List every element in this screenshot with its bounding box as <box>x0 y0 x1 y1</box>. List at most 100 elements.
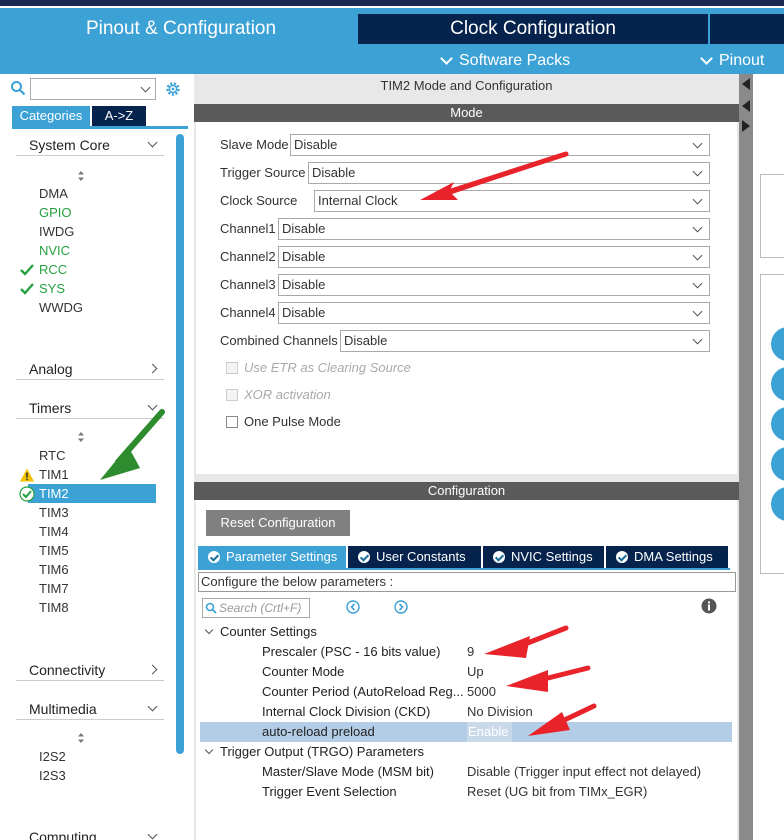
group-multimedia[interactable]: Multimedia <box>16 698 164 720</box>
param-counter-period[interactable]: Counter Period (AutoReload Reg... 5000 <box>200 682 732 702</box>
periph-label: TIM1 <box>39 467 69 482</box>
channel1-select[interactable]: Disable <box>278 218 710 240</box>
panel-splitter[interactable] <box>739 74 753 840</box>
group-header-computing[interactable]: Computing <box>16 826 164 840</box>
parameter-tabs-underline <box>198 568 730 570</box>
group-header-system-core[interactable]: System Core <box>16 134 164 156</box>
slave-mode-select[interactable]: Disable <box>290 134 710 156</box>
param-master-slave-mode[interactable]: Master/Slave Mode (MSM bit) Disable (Trig… <box>200 762 732 782</box>
periph-dma[interactable]: DMA <box>39 184 68 203</box>
collapse-left-icon[interactable] <box>742 78 750 90</box>
param-clock-division[interactable]: Internal Clock Division (CKD) No Division <box>200 702 732 722</box>
gear-icon[interactable] <box>164 80 182 98</box>
periph-rcc[interactable]: RCC <box>20 260 67 279</box>
channel4-select[interactable]: Disable <box>278 302 710 324</box>
use-etr-checkbox <box>226 362 238 374</box>
periph-tim1[interactable]: TIM1 <box>20 465 69 484</box>
group-header-timers[interactable]: Timers <box>16 397 164 419</box>
periph-wwdg[interactable]: WWDG <box>39 298 83 317</box>
group-analog[interactable]: Analog <box>16 358 164 380</box>
parameter-search-input[interactable]: Search (Crtl+F) <box>202 598 310 618</box>
parameter-search-placeholder: Search (Crtl+F) <box>219 601 302 615</box>
clock-source-select[interactable]: Internal Clock <box>314 190 710 212</box>
periph-tim7[interactable]: TIM7 <box>39 579 69 598</box>
tab-clock-configuration[interactable]: Clock Configuration <box>358 14 708 44</box>
channel3-select[interactable]: Disable <box>278 274 710 296</box>
periph-tim3[interactable]: TIM3 <box>39 503 69 522</box>
nav-prev-icon[interactable] <box>346 600 360 614</box>
trigger-source-select[interactable]: Disable <box>308 162 710 184</box>
combined-channels-select[interactable]: Disable <box>340 330 710 352</box>
periph-tim4[interactable]: TIM4 <box>39 522 69 541</box>
pin[interactable] <box>771 327 784 361</box>
tab-pinout-configuration[interactable]: Pinout & Configuration <box>6 14 356 44</box>
categories-scrollbar[interactable] <box>176 134 184 754</box>
channel2-select[interactable]: Disable <box>278 246 710 268</box>
expand-right-icon[interactable] <box>742 120 750 132</box>
reset-configuration-button[interactable]: Reset Configuration <box>206 510 350 536</box>
param-counter-mode[interactable]: Counter Mode Up <box>200 662 732 682</box>
periph-nvic[interactable]: NVIC <box>39 241 70 260</box>
trigger-output-group[interactable]: Trigger Output (TRGO) Parameters <box>204 742 424 762</box>
tab-nvic-settings[interactable]: NVIC Settings <box>483 546 604 568</box>
periph-i2s3[interactable]: I2S3 <box>39 766 66 785</box>
counter-settings-group[interactable]: Counter Settings <box>204 622 317 642</box>
periph-sys[interactable]: SYS <box>20 279 65 298</box>
periph-i2s2[interactable]: I2S2 <box>39 747 66 766</box>
group-header-multimedia[interactable]: Multimedia <box>16 698 164 720</box>
group-header-analog[interactable]: Analog <box>16 358 164 380</box>
info-icon[interactable] <box>701 598 717 614</box>
check-icon <box>208 550 220 563</box>
tab-user-constants[interactable]: User Constants <box>348 546 481 568</box>
periph-gpio[interactable]: GPIO <box>39 203 72 222</box>
param-value[interactable]: Up <box>467 662 484 682</box>
periph-label: TIM2 <box>39 486 69 501</box>
param-value[interactable]: 9 <box>467 642 474 662</box>
slave-mode-value: Disable <box>294 137 338 152</box>
app-window: Pinout & Configuration Clock Configurati… <box>0 0 784 840</box>
group-header-connectivity[interactable]: Connectivity <box>16 659 164 681</box>
periph-iwdg[interactable]: IWDG <box>39 222 74 241</box>
param-value[interactable]: 5000 <box>467 682 496 702</box>
tab-a-to-z[interactable]: A->Z <box>92 106 146 126</box>
periph-tim5[interactable]: TIM5 <box>39 541 69 560</box>
param-name: Counter Mode <box>262 664 345 679</box>
param-value[interactable]: Reset (UG bit from TIMx_EGR) <box>467 782 647 802</box>
periph-tim2[interactable]: TIM2 <box>19 484 69 503</box>
pin[interactable] <box>771 367 784 401</box>
param-value[interactable]: Enable <box>467 722 513 742</box>
sort-icon[interactable] <box>76 170 86 182</box>
pin[interactable] <box>771 447 784 481</box>
pinout-menu[interactable]: Pinout <box>698 50 764 72</box>
param-value[interactable]: No Division <box>467 702 533 722</box>
periph-tim6[interactable]: TIM6 <box>39 560 69 579</box>
search-icon[interactable] <box>10 80 26 96</box>
tab-more[interactable] <box>710 14 784 44</box>
collapse-left-icon[interactable] <box>742 100 750 112</box>
tab-parameter-settings[interactable]: Parameter Settings <box>198 546 346 568</box>
periph-rtc[interactable]: RTC <box>39 446 65 465</box>
param-trigger-event-selection[interactable]: Trigger Event Selection Reset (UG bit fro… <box>200 782 732 802</box>
category-search-input[interactable] <box>30 78 156 100</box>
param-auto-reload-preload[interactable]: auto-reload preload Enable <box>200 722 732 742</box>
param-name: Counter Period (AutoReload Reg... <box>262 684 464 699</box>
group-label: Timers <box>29 400 72 416</box>
sort-icon[interactable] <box>76 732 86 744</box>
param-name: Master/Slave Mode (MSM bit) <box>262 764 434 779</box>
pin[interactable] <box>771 407 784 441</box>
pin[interactable] <box>771 487 784 521</box>
param-prescaler[interactable]: Prescaler (PSC - 16 bits value) 9 <box>200 642 732 662</box>
software-packs-menu[interactable]: Software Packs <box>438 50 570 72</box>
tab-dma-settings[interactable]: DMA Settings <box>606 546 728 568</box>
main-header: Pinout & Configuration Clock Configurati… <box>0 8 784 74</box>
one-pulse-checkbox[interactable] <box>226 416 238 428</box>
group-connectivity[interactable]: Connectivity <box>16 659 164 681</box>
group-timers[interactable]: Timers <box>16 397 164 419</box>
group-computing[interactable]: Computing <box>16 826 164 840</box>
periph-tim8[interactable]: TIM8 <box>39 598 69 617</box>
param-value[interactable]: Disable (Trigger input effect not delaye… <box>467 762 701 782</box>
group-system-core[interactable]: System Core <box>16 134 164 156</box>
sort-icon[interactable] <box>76 431 86 443</box>
tab-categories[interactable]: Categories <box>12 106 90 126</box>
nav-next-icon[interactable] <box>394 600 408 614</box>
